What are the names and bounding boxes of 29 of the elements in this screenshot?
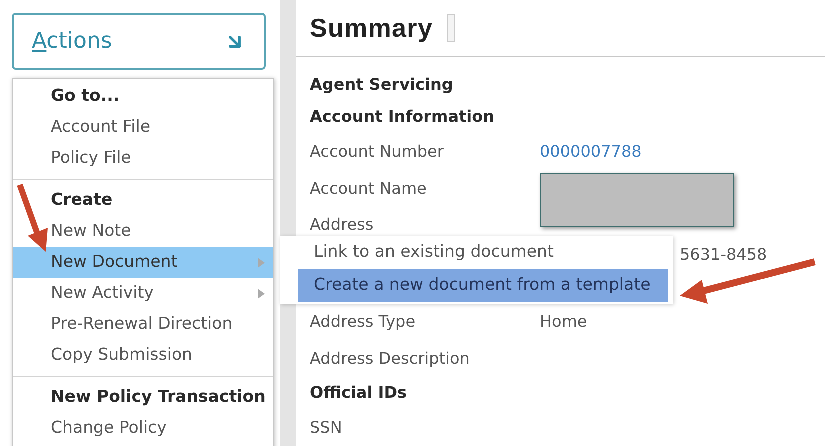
field-value: Home	[540, 310, 588, 332]
annotation-arrow	[17, 184, 48, 252]
field-label: SSN	[310, 416, 344, 438]
menu-heading: Create	[51, 189, 113, 212]
field-label: Address Description	[310, 348, 471, 370]
menu-item[interactable]: Pre-Renewal Direction	[13, 309, 273, 340]
title-field[interactable]	[447, 14, 456, 42]
summary-title: Summary	[310, 12, 434, 44]
submenu-item[interactable]: Link to an existing document	[298, 236, 668, 269]
account-number-link[interactable]: 0000007788	[540, 140, 642, 164]
menu-item[interactable]: New Document	[13, 247, 273, 278]
menu-heading: Go to...	[51, 85, 120, 108]
actions-button[interactable]: Actions	[12, 13, 266, 70]
section-heading: Official IDs	[310, 382, 408, 404]
menu-heading: New Policy Transaction	[51, 386, 266, 408]
field-label: Address	[310, 214, 374, 236]
menu-item[interactable]: Policy File	[13, 143, 273, 174]
menu-item[interactable]: Account File	[13, 112, 273, 143]
field-label: Address Type	[310, 310, 417, 332]
section-heading: Agent Servicing	[310, 74, 454, 96]
field-label: Account Number	[310, 140, 445, 162]
menu-item[interactable]: New Note	[13, 216, 273, 247]
field-value: 5631-8458	[680, 244, 768, 266]
menu-item[interactable]: Copy Submission	[13, 340, 273, 371]
field-label: Account Name	[310, 178, 428, 200]
section-heading: Account Information	[310, 106, 495, 128]
submenu-item[interactable]: Create a new document from a template	[298, 269, 668, 302]
menu-item[interactable]: Change Policy	[13, 413, 273, 444]
menu-item[interactable]: New Activity	[13, 278, 273, 309]
